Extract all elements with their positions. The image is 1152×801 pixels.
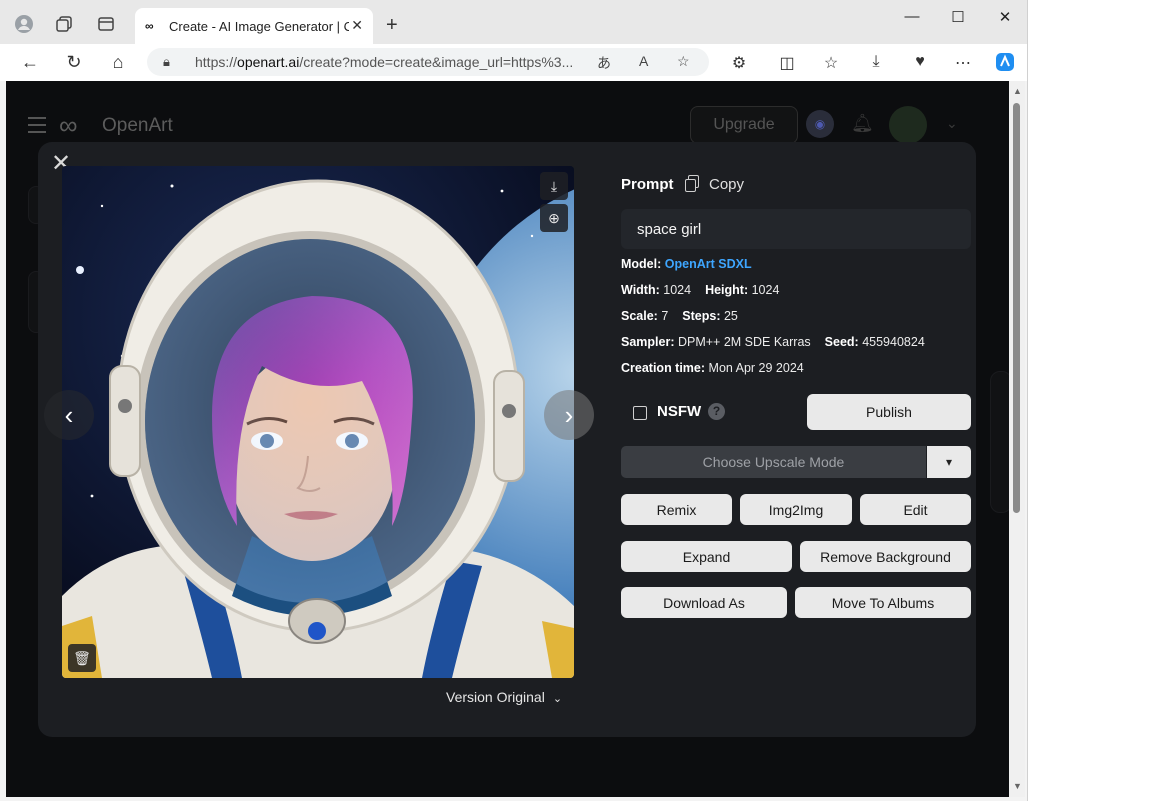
minimize-icon[interactable]: — <box>897 8 927 25</box>
publish-button[interactable]: Publish <box>807 394 971 430</box>
dimensions-row: Width: 1024 Height: 1024 <box>621 283 780 297</box>
upgrade-button[interactable]: Upgrade <box>690 106 798 144</box>
more-menu-icon[interactable]: ⋯ <box>952 53 974 73</box>
img2img-button[interactable]: Img2Img <box>740 494 852 525</box>
favorite-star-icon[interactable]: ☆ <box>677 53 690 70</box>
creation-time-row: Creation time: Mon Apr 29 2024 <box>621 361 804 375</box>
lock-icon: 🔒︎ <box>163 54 170 69</box>
scroll-down-icon[interactable]: ▼ <box>1013 781 1022 791</box>
move-to-albums-button[interactable]: Move To Albums <box>795 587 971 618</box>
tab-title: Create - AI Image Generator | Cre <box>169 18 349 34</box>
edit-button[interactable]: Edit <box>860 494 971 525</box>
hamburger-menu-icon[interactable] <box>28 117 46 133</box>
remix-button[interactable]: Remix <box>621 494 732 525</box>
notification-bell-icon[interactable]: 🔔︎ <box>851 113 874 134</box>
scale-steps-row: Scale: 7 Steps: 25 <box>621 309 738 323</box>
upscale-mode-select[interactable]: Choose Upscale Mode <box>621 446 926 478</box>
prompt-text: space girl <box>637 221 702 238</box>
copilot-icon[interactable] <box>994 51 1016 78</box>
image-info-panel: Prompt Copy space girl Model: OpenArt SD… <box>621 142 971 737</box>
sampler-seed-row: Sampler: DPM++ 2M SDE Karras Seed: 455940… <box>621 335 925 349</box>
model-row: Model: OpenArt SDXL <box>621 257 752 271</box>
chevron-left-icon: ‹ <box>64 399 74 430</box>
refresh-icon[interactable]: ↻ <box>62 52 86 73</box>
scroll-up-icon[interactable]: ▲ <box>1013 86 1022 96</box>
previous-image-button[interactable]: ‹ <box>44 390 94 440</box>
profile-icon[interactable] <box>13 13 35 35</box>
model-link[interactable]: OpenArt SDXL <box>665 257 752 271</box>
browser-essentials-icon[interactable]: ♥ <box>909 53 931 71</box>
close-tab-icon[interactable]: ✕ <box>351 17 363 34</box>
new-tab-icon[interactable]: + <box>386 15 398 35</box>
chevron-down-icon[interactable]: ⌄ <box>946 115 958 132</box>
version-dropdown[interactable]: Version Original ⌄ <box>446 689 562 705</box>
address-bar: ← ↻ ⌂ 🔒︎ https://openart.ai/create?mode=… <box>0 44 1027 81</box>
scrollbar-thumb[interactable] <box>1013 103 1020 513</box>
next-image-button[interactable]: › <box>544 390 594 440</box>
chevron-down-icon: ⌄ <box>552 693 563 705</box>
close-window-icon[interactable]: ✕ <box>990 8 1020 26</box>
page-scrollbar[interactable]: ▲ ▼ <box>1009 81 1025 797</box>
copy-icon[interactable] <box>685 175 699 192</box>
split-screen-icon[interactable]: ◫ <box>776 53 798 73</box>
extensions-icon[interactable]: ⚙ <box>728 53 750 73</box>
url-text: https://openart.ai/create?mode=create&im… <box>195 54 574 70</box>
download-icon[interactable]: ⤓ <box>540 172 568 200</box>
prompt-text-box: space girl <box>621 209 971 249</box>
nsfw-label: NSFW <box>657 403 702 420</box>
maximize-icon[interactable]: ☐ <box>943 8 973 26</box>
read-aloud-icon[interactable]: A <box>639 53 648 69</box>
download-as-button[interactable]: Download As <box>621 587 787 618</box>
copy-button[interactable]: Copy <box>709 176 744 193</box>
nsfw-checkbox[interactable] <box>633 406 647 420</box>
tab-active[interactable]: ∞ Create - AI Image Generator | Cre ✕ <box>135 8 373 44</box>
background-panel <box>990 371 1009 513</box>
image-detail-modal: ✕ ⤓ ⊕ 🗑︎ ‹ › Version Original ⌄ Prompt C… <box>38 142 976 737</box>
expand-button[interactable]: Expand <box>621 541 792 572</box>
tab-actions-icon[interactable] <box>95 13 117 35</box>
discord-icon[interactable]: ◉ <box>806 110 834 138</box>
back-icon[interactable]: ← <box>18 52 42 73</box>
browser-window: ∞ Create - AI Image Generator | Cre ✕ + … <box>0 0 1028 801</box>
avatar[interactable] <box>889 106 927 144</box>
tab-strip: ∞ Create - AI Image Generator | Cre ✕ + … <box>0 0 1027 44</box>
page-viewport: ∞ OpenArt Upgrade ◉ 🔔︎ ⌄ ✕ ⤓ ⊕ 🗑︎ ‹ › Ve… <box>6 81 1009 797</box>
zoom-in-icon[interactable]: ⊕ <box>540 204 568 232</box>
chevron-right-icon: › <box>564 399 574 430</box>
url-field[interactable]: 🔒︎ https://openart.ai/create?mode=create… <box>147 48 709 76</box>
downloads-icon[interactable]: ⤓ <box>865 53 887 71</box>
help-icon[interactable]: ? <box>708 403 725 420</box>
favorites-icon[interactable]: ☆ <box>820 53 842 73</box>
remove-background-button[interactable]: Remove Background <box>800 541 971 572</box>
upscale-dropdown-chevron-icon[interactable]: ▾ <box>927 446 971 478</box>
workspaces-icon[interactable] <box>53 13 75 35</box>
prompt-label: Prompt <box>621 176 674 193</box>
site-header: ∞ OpenArt Upgrade ◉ 🔔︎ ⌄ <box>6 81 1009 144</box>
delete-icon[interactable]: 🗑︎ <box>68 644 96 672</box>
openart-logo-icon: ∞ <box>59 110 78 140</box>
openart-favicon-icon: ∞ <box>145 19 154 33</box>
translate-icon[interactable]: あ <box>597 53 611 73</box>
generated-image[interactable]: ⤓ ⊕ 🗑︎ <box>62 166 574 678</box>
home-icon[interactable]: ⌂ <box>106 52 130 73</box>
site-logo-text: OpenArt <box>102 115 173 136</box>
